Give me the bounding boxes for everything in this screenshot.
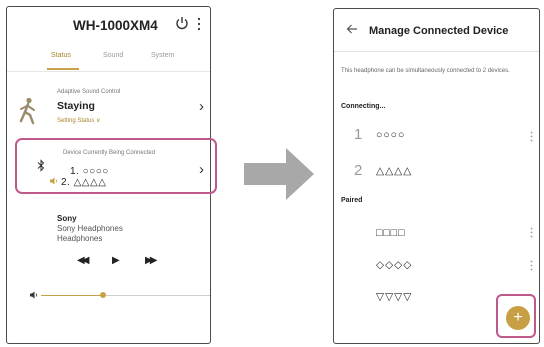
paired-item-3-name[interactable]: ▽▽▽▽ [376,291,412,303]
volume-slider-knob[interactable] [100,292,106,298]
walking-person-icon [19,97,35,125]
add-device-button[interactable]: + [506,306,530,330]
play-button[interactable]: ▶ [112,255,120,266]
next-track-button[interactable]: ▶▶ [145,255,158,266]
volume-slider-remaining [103,295,210,296]
device-title: WH-1000XM4 [73,18,158,33]
header-divider [334,51,539,52]
artist-name: Sony [57,214,77,223]
tab-bar: Status Sound System [7,49,210,72]
connecting-item-2-name[interactable]: △△△△ [376,165,412,177]
connected-device-highlight [15,138,217,194]
tab-sound[interactable]: Sound [103,52,123,59]
more-vertical-icon[interactable] [530,227,533,238]
paired-section-label: Paired [341,197,363,204]
more-vertical-icon[interactable] [530,260,533,271]
previous-track-button[interactable]: ◀◀ [77,255,90,266]
connecting-item-2-number: 2 [354,162,363,179]
adaptive-label: Adaptive Sound Control [57,89,121,95]
chevron-right-icon[interactable]: › [199,99,204,114]
connection-description: This headphone can be simultaneously con… [341,68,510,74]
track-line-1: Sony Headphones [57,224,123,233]
app-header: WH-1000XM4 [7,7,210,43]
paired-item-2-name[interactable]: ◇◇◇◇ [376,259,412,271]
transition-arrow-icon [244,148,314,200]
connecting-item-1-name[interactable]: ○○○○ [376,129,405,141]
connecting-section-label: Connecting... [341,103,386,110]
volume-icon [30,291,37,299]
back-arrow-icon[interactable] [346,24,358,34]
track-line-2: Headphones [57,234,103,243]
manage-header: Manage Connected Device [334,9,539,49]
tab-status[interactable]: Status [51,52,71,59]
more-vertical-icon[interactable] [197,17,201,31]
power-icon[interactable] [175,16,189,30]
connecting-item-1-number: 1 [354,126,363,143]
more-vertical-icon[interactable] [530,131,533,142]
setting-status-link[interactable]: Setting Status ∨ [57,117,100,124]
tab-system[interactable]: System [151,52,174,59]
adaptive-value: Staying [57,100,95,112]
tab-active-indicator [47,68,79,70]
page-title: Manage Connected Device [369,25,509,37]
paired-item-1-name[interactable]: □□□□ [376,227,405,239]
